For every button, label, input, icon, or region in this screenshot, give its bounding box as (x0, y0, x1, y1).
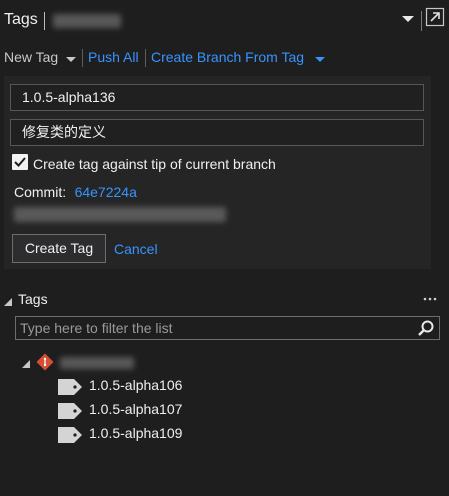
tags-section-title: Tags (18, 291, 48, 307)
create-branch-from-tag-link[interactable]: Create Branch From Tag (151, 49, 304, 65)
checkmark-icon (14, 157, 26, 167)
redacted-commit-message (14, 207, 226, 222)
toolbar-separator (145, 49, 146, 67)
search-icon[interactable] (417, 319, 435, 337)
create-tag-form: 1.0.5-alpha136 修复类的定义 Create tag against… (4, 76, 431, 269)
chevron-down-icon[interactable] (65, 55, 77, 65)
toolbar-separator (82, 49, 83, 67)
chevron-down-icon[interactable] (400, 11, 416, 27)
title-divider (421, 11, 422, 31)
filter-placeholder: Type here to filter the list (20, 320, 173, 336)
new-tag-button[interactable]: New Tag (4, 49, 58, 65)
tag-label: 1.0.5-alpha106 (89, 377, 183, 393)
new-tag-label: New Tag (4, 49, 59, 65)
push-all-link[interactable]: Push All (88, 49, 139, 65)
commit-row: Commit: 64e7224a (14, 184, 137, 201)
tag-icon (58, 403, 82, 419)
tag-name-input[interactable]: 1.0.5-alpha136 (10, 84, 424, 111)
commit-id-link[interactable]: 64e7224a (75, 184, 137, 200)
tag-message-input[interactable]: 修复类的定义 (10, 119, 424, 146)
git-repo-icon (36, 353, 54, 371)
create-tag-button[interactable]: Create Tag (12, 234, 106, 263)
more-options-icon[interactable] (421, 289, 441, 309)
checkbox-label: Create tag against tip of current branch (33, 156, 276, 172)
commit-label: Commit: (14, 184, 67, 200)
triangle-down-icon[interactable] (22, 356, 30, 368)
tag-filter-input[interactable]: Type here to filter the list (15, 316, 440, 340)
title-separator (44, 12, 45, 30)
tag-label: 1.0.5-alpha109 (89, 425, 183, 441)
chevron-down-icon[interactable] (314, 55, 326, 65)
title-bar: Tags (0, 0, 449, 38)
panel-title: Tags (4, 11, 38, 28)
tag-icon (58, 379, 82, 395)
tag-label: 1.0.5-alpha107 (89, 401, 183, 417)
redacted-repo-name (53, 14, 121, 28)
tag-icon (58, 427, 82, 443)
pop-out-icon[interactable] (425, 7, 445, 27)
create-tag-against-tip-checkbox[interactable] (12, 154, 28, 170)
triangle-down-icon[interactable] (3, 295, 13, 306)
cancel-link[interactable]: Cancel (114, 241, 158, 257)
redacted-repo-node (60, 357, 134, 369)
